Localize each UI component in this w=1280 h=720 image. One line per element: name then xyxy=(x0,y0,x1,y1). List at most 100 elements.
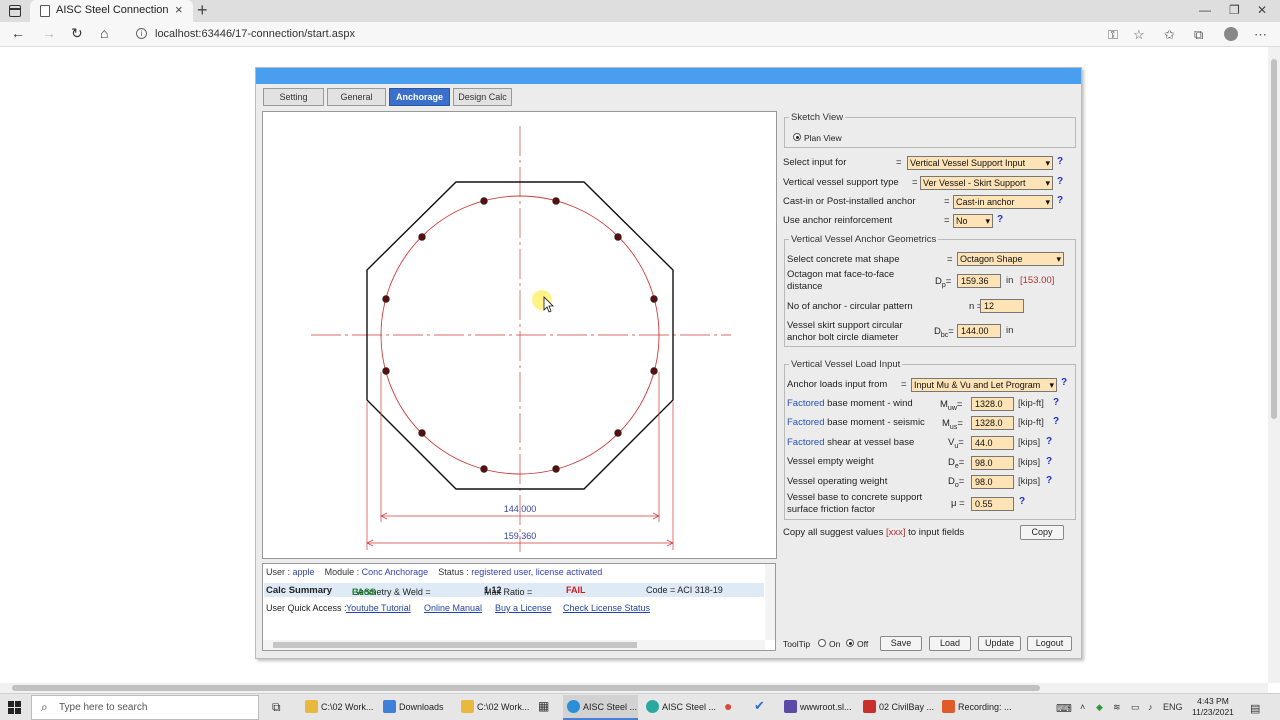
anchor-loads-dropdown[interactable]: Input Mu & Vu and Let Program xyxy=(911,378,1057,392)
save-button[interactable]: Save xyxy=(880,636,922,651)
select-input-label: Select input for xyxy=(783,157,847,168)
wind-moment-input[interactable]: 1328.0 xyxy=(971,397,1014,411)
tray-app-icon[interactable]: ◆ xyxy=(1096,702,1103,713)
seismic-moment-input[interactable]: 1328.0 xyxy=(971,416,1014,430)
anchor-bolt xyxy=(418,233,426,241)
help-seismic-moment[interactable]: ? xyxy=(1053,416,1059,427)
sketch-view-group: Sketch View Plan View xyxy=(784,112,1076,148)
cast-in-label: Cast-in or Post-installed anchor xyxy=(783,196,916,207)
help-support-type[interactable]: ? xyxy=(1057,176,1063,187)
home-icon[interactable]: ⌂ xyxy=(100,25,108,41)
notification-center-icon[interactable]: ▤ xyxy=(1250,702,1260,715)
favorites-icon[interactable]: ✩ xyxy=(1164,27,1175,43)
taskbar-app-recording[interactable]: Recording: ... xyxy=(938,695,1013,720)
help-anchor-loads[interactable]: ? xyxy=(1061,377,1067,388)
refresh-icon[interactable]: ↻ xyxy=(71,25,83,42)
close-tab-icon[interactable]: × xyxy=(175,2,183,17)
tooltip-on-radio[interactable] xyxy=(818,639,826,647)
friction-label: Vessel base to concrete support xyxy=(787,492,923,503)
help-select-input[interactable]: ? xyxy=(1057,156,1063,167)
page-horizontal-scrollbar[interactable] xyxy=(0,683,1268,693)
page-icon xyxy=(40,5,50,17)
youtube-tutorial-link[interactable]: Youtube Tutorial xyxy=(346,603,411,613)
calculator-icon[interactable]: ▦ xyxy=(538,699,549,713)
favorite-add-icon[interactable]: ☆ xyxy=(1133,27,1145,43)
tab-anchorage[interactable]: Anchorage xyxy=(389,88,450,106)
new-tab-icon[interactable]: + xyxy=(197,0,208,21)
todo-icon[interactable]: ✔ xyxy=(754,698,765,714)
update-button[interactable]: Update xyxy=(978,636,1021,651)
wifi-icon[interactable]: ≋ xyxy=(1113,702,1121,713)
taskbar-app-downloads[interactable]: Downloads xyxy=(379,695,449,720)
taskbar-app-explorer-2[interactable]: C:\02 Work... xyxy=(457,695,529,720)
face-distance-suggestion: [153.00] xyxy=(1020,275,1055,286)
cast-in-dropdown[interactable]: Cast-in anchor xyxy=(953,195,1053,209)
tab-setting[interactable]: Setting xyxy=(263,88,324,106)
site-info-icon[interactable]: i xyxy=(136,28,147,39)
close-window-icon[interactable]: ✕ xyxy=(1257,3,1267,17)
page-vertical-scrollbar[interactable] xyxy=(1268,47,1280,683)
taskbar-app-pdf[interactable]: 02 CivilBay ... xyxy=(859,695,934,720)
battery-icon[interactable]: ▭ xyxy=(1131,702,1140,713)
reinforcement-dropdown[interactable]: No xyxy=(953,214,993,228)
collections-icon[interactable]: ⧉ xyxy=(1194,27,1203,43)
help-cast-in[interactable]: ? xyxy=(1057,195,1063,206)
online-manual-link[interactable]: Online Manual xyxy=(424,603,482,613)
taskbar-app-explorer-1[interactable]: C:\02 Work... xyxy=(301,695,373,720)
notification-up-icon[interactable]: ˄ xyxy=(1080,702,1085,712)
status-horizontal-scrollbar[interactable] xyxy=(263,640,765,650)
bolt-circle-input[interactable]: 144.00 xyxy=(957,324,1001,338)
select-input-dropdown[interactable]: Vertical Vessel Support Input xyxy=(907,156,1053,170)
taskbar-search[interactable]: ⌕ Type here to search xyxy=(31,695,259,720)
app-header-bar xyxy=(256,68,1081,84)
face-distance-input[interactable]: 159.36 xyxy=(957,274,1001,288)
windows-start-icon[interactable] xyxy=(8,701,21,714)
status-vertical-scrollbar[interactable] xyxy=(765,564,775,640)
operating-weight-input[interactable]: 98.0 xyxy=(971,475,1014,489)
logout-button[interactable]: Logout xyxy=(1027,636,1072,651)
help-shear[interactable]: ? xyxy=(1046,436,1052,447)
shear-input[interactable]: 44.0 xyxy=(971,436,1014,450)
wind-moment-label: Factored base moment - wind xyxy=(787,398,913,409)
back-icon[interactable]: ← xyxy=(11,25,25,41)
profile-avatar[interactable] xyxy=(1224,27,1238,41)
language-indicator[interactable]: ENG xyxy=(1163,702,1183,712)
tab-design-calc[interactable]: Design Calc xyxy=(453,88,512,106)
taskbar-app-visual-studio[interactable]: wwwroot.sl... xyxy=(780,695,855,720)
check-license-link[interactable]: Check License Status xyxy=(563,603,650,613)
help-operating-weight[interactable]: ? xyxy=(1046,475,1052,486)
friction-input[interactable]: 0.55 xyxy=(971,497,1014,511)
buy-license-link[interactable]: Buy a License xyxy=(495,603,552,613)
support-type-dropdown[interactable]: Ver Vessel - Skirt Support xyxy=(920,176,1053,190)
help-wind-moment[interactable]: ? xyxy=(1053,397,1059,408)
taskbar-app-edge-2[interactable]: AISC Steel ... xyxy=(642,695,717,720)
empty-weight-input[interactable]: 98.0 xyxy=(971,456,1014,470)
plan-view-radio[interactable] xyxy=(793,133,801,141)
more-menu-icon[interactable]: ⋯ xyxy=(1254,27,1267,43)
keyboard-icon[interactable]: ⌨ xyxy=(1056,702,1072,715)
copy-button[interactable]: Copy xyxy=(1020,525,1064,540)
seismic-moment-label: Factored base moment - seismic xyxy=(787,417,925,428)
volume-icon[interactable]: ♪ xyxy=(1148,702,1153,712)
restore-icon[interactable]: ❐ xyxy=(1229,3,1240,17)
url-field[interactable]: localhost:63446/17-connection/start.aspx xyxy=(155,28,355,40)
reinforcement-label: Use anchor reinforcement xyxy=(783,215,893,226)
minimize-icon[interactable]: — xyxy=(1199,3,1211,17)
anchor-count-input[interactable]: 12 xyxy=(980,299,1024,313)
help-friction[interactable]: ? xyxy=(1019,496,1025,507)
taskbar-app-edge-1[interactable]: AISC Steel ... xyxy=(563,695,638,720)
key-icon[interactable]: ⚿ xyxy=(1108,27,1118,43)
task-view-icon[interactable]: ⧉ xyxy=(272,700,281,715)
mat-shape-dropdown[interactable]: Octagon Shape xyxy=(957,252,1064,266)
license-status: registered user, license activated xyxy=(471,567,603,577)
chrome-icon[interactable]: ● xyxy=(724,698,732,714)
forward-icon[interactable]: → xyxy=(42,25,56,41)
tab-general[interactable]: General xyxy=(327,88,386,106)
system-clock[interactable]: 4:43 PM 11/23/2021 xyxy=(1192,696,1234,718)
help-reinforcement[interactable]: ? xyxy=(997,214,1003,225)
browser-tab[interactable]: AISC Steel Connection Design Sc × xyxy=(30,0,193,22)
load-button[interactable]: Load xyxy=(929,636,971,651)
window-menu-icon[interactable] xyxy=(9,5,21,17)
tooltip-off-radio[interactable] xyxy=(846,639,854,647)
help-empty-weight[interactable]: ? xyxy=(1046,456,1052,467)
